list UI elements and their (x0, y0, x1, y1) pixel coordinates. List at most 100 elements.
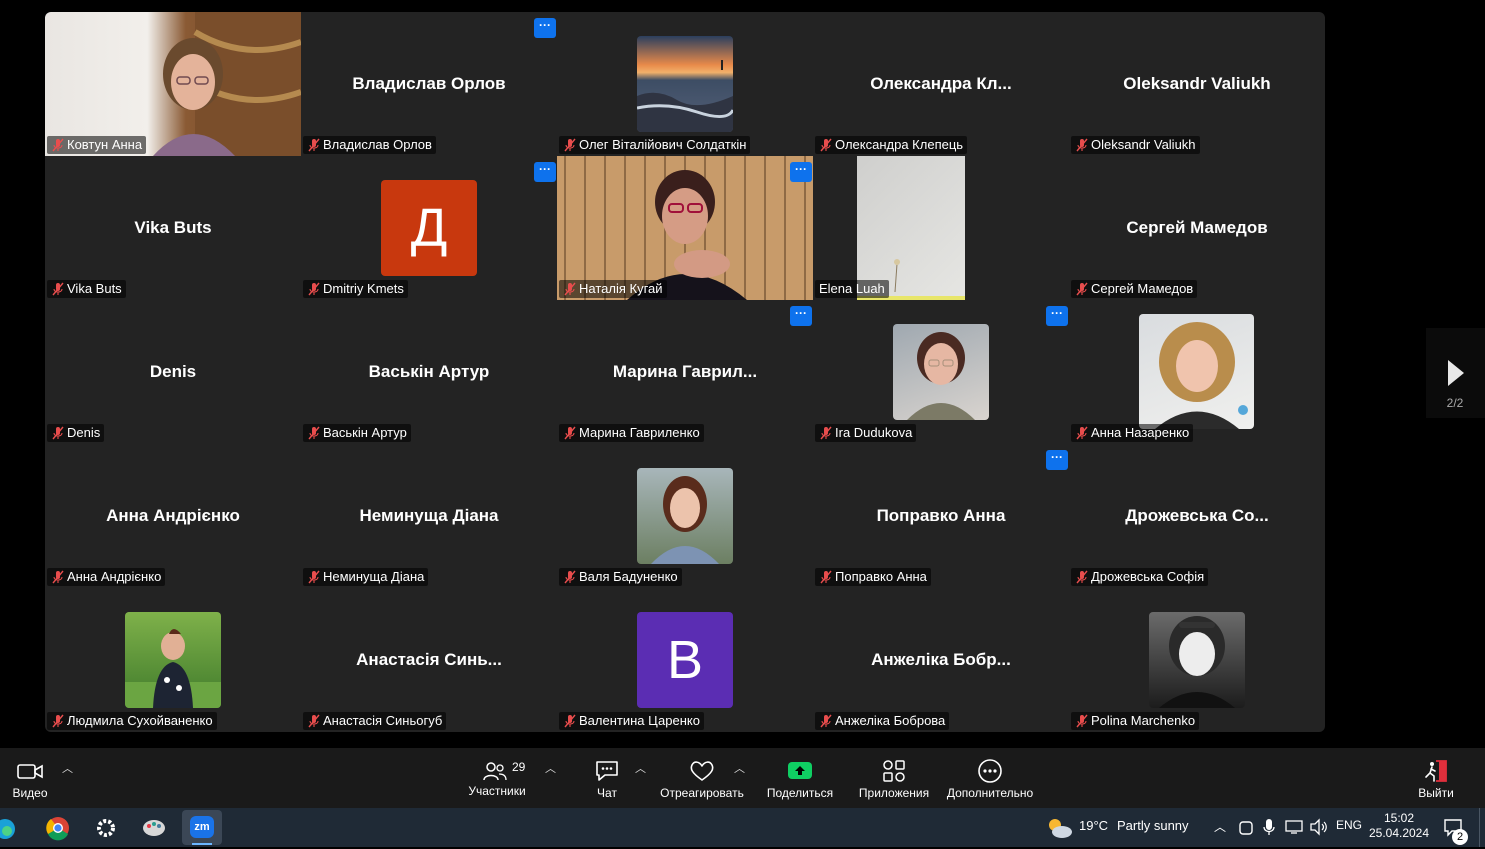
participant-name-text: Олег Віталійович Солдаткін (579, 137, 747, 152)
participant-name-text: Oleksandr Valiukh (1091, 137, 1196, 152)
weather-temp[interactable]: 19°C (1079, 818, 1108, 833)
edge-app-icon[interactable] (0, 812, 20, 844)
participant-more-options-button[interactable]: ··· (790, 162, 812, 182)
participant-tile[interactable]: Владислав Орлов Владислав Орлов (301, 12, 557, 156)
participant-tile[interactable]: Дрожевська Со... Дрожевська Софія (1069, 444, 1325, 588)
clock[interactable]: 15:02 25.04.2024 (1366, 811, 1432, 841)
participant-tile[interactable]: Поправко Анна Поправко Анна (813, 444, 1069, 588)
video-caret-icon[interactable]: ︿ (62, 760, 73, 776)
participant-name-text: Поправко Анна (835, 569, 927, 584)
video-button[interactable]: Видео (8, 758, 52, 800)
participant-name-label: Dmitriy Kmets (303, 280, 408, 298)
muted-mic-icon (52, 714, 64, 728)
participant-name-label: Ковтун Анна (47, 136, 147, 154)
volume-icon[interactable] (1309, 818, 1329, 836)
participant-tile[interactable]: Марина Гаврил... Марина Гавриленко (557, 300, 813, 444)
muted-mic-icon (1076, 426, 1088, 440)
react-caret-icon[interactable]: ︿ (734, 760, 745, 776)
muted-mic-icon (564, 570, 576, 584)
participants-caret-icon[interactable]: ︿ (545, 760, 556, 776)
muted-mic-icon (1076, 138, 1088, 152)
participant-name-label: Vika Buts (47, 280, 126, 298)
participant-center-name: Анастасія Синь... (356, 650, 502, 669)
zoom-app-label: zm (190, 816, 214, 838)
participant-more-options-button[interactable]: ··· (534, 162, 556, 182)
participant-letter-avatar: Д (381, 180, 477, 276)
participant-tile[interactable]: Олег Віталійович Солдаткін (557, 12, 813, 156)
apps-icon (883, 760, 905, 782)
participant-tile[interactable]: Elena Luah (813, 156, 1069, 300)
participant-center-name: Владислав Орлов (352, 74, 506, 93)
participant-name-text: Ira Dudukova (835, 425, 913, 440)
participant-tile[interactable]: Сергей Мамедов Сергей Мамедов (1069, 156, 1325, 300)
participant-name-label: Дрожевська Софія (1071, 568, 1209, 586)
participant-tile[interactable]: Polina Marchenko (1069, 588, 1325, 732)
participant-tile[interactable]: Ковтун Анна (45, 12, 301, 156)
participant-name-label: Валя Бадуненко (559, 568, 682, 586)
participant-center-name: Поправко Анна (876, 506, 1006, 525)
participant-tile[interactable]: Vika Buts Vika Buts (45, 156, 301, 300)
more-dots-icon (978, 759, 1002, 783)
muted-mic-icon (820, 714, 832, 728)
leave-button[interactable]: Выйти (1414, 758, 1458, 800)
clock-time: 15:02 (1383, 811, 1415, 825)
participant-name-label: Elena Luah (815, 280, 889, 298)
participant-name-label: Ira Dudukova (815, 424, 917, 442)
participant-tile[interactable]: Анна Назаренко (1069, 300, 1325, 444)
participant-tile[interactable]: Oleksandr Valiukh Oleksandr Valiukh (1069, 12, 1325, 156)
paint-app-icon[interactable] (134, 812, 174, 844)
participant-tile[interactable]: Анастасія Синь... Анастасія Синьогуб (301, 588, 557, 732)
settings-gear-icon[interactable] (86, 812, 126, 844)
participant-tile[interactable]: Людмила Сухойваненко (45, 588, 301, 732)
leave-door-icon (1425, 760, 1447, 782)
participant-more-options-button[interactable]: ··· (534, 18, 556, 38)
participant-name-text: Валя Бадуненко (579, 569, 678, 584)
share-button[interactable]: Поделиться (764, 758, 836, 800)
participant-name-label: Поправко Анна (815, 568, 931, 586)
participant-tile[interactable]: Denis Denis (45, 300, 301, 444)
participant-name-text: Анжеліка Боброва (835, 713, 946, 728)
participant-center-name: Анжеліка Бобр... (871, 650, 1011, 669)
participant-center-name: Denis (149, 362, 197, 381)
video-label: Видео (12, 786, 48, 800)
show-desktop-button[interactable] (1479, 808, 1485, 847)
participant-tile[interactable]: Д Dmitriy Kmets (301, 156, 557, 300)
apps-button[interactable]: Приложения (854, 758, 934, 800)
participant-tile[interactable]: Ira Dudukova (813, 300, 1069, 444)
more-button[interactable]: Дополнительно (944, 758, 1036, 800)
tray-overflow-chevron-icon[interactable]: ︿ (1214, 818, 1226, 835)
participant-name-label: Oleksandr Valiukh (1071, 136, 1200, 154)
participant-tile[interactable]: Наталія Кугай (557, 156, 813, 300)
zoom-app-icon[interactable]: zm (182, 810, 222, 845)
chrome-app-icon[interactable] (38, 812, 78, 844)
participant-tile[interactable]: Неминуща Діана Неминуща Діана (301, 444, 557, 588)
share-label: Поделиться (766, 786, 834, 800)
video-camera-icon (17, 764, 43, 779)
participant-center-name: Сергей Мамедов (1126, 218, 1268, 237)
participant-tile[interactable]: Валя Бадуненко (557, 444, 813, 588)
chat-button[interactable]: Чат (590, 758, 624, 800)
tray-camera-icon[interactable] (1238, 819, 1254, 837)
muted-mic-icon (52, 282, 64, 296)
participant-more-options-button[interactable]: ··· (790, 306, 812, 326)
participant-tile[interactable]: Васькін Артур Васькін Артур (301, 300, 557, 444)
muted-mic-icon (308, 714, 320, 728)
weather-desc[interactable]: Partly sunny (1117, 818, 1189, 833)
tray-microphone-icon[interactable] (1262, 818, 1276, 836)
participant-tile[interactable]: Анна Андрієнко Анна Андрієнко (45, 444, 301, 588)
participant-more-options-button[interactable]: ··· (1046, 450, 1068, 470)
chat-caret-icon[interactable]: ︿ (635, 760, 646, 776)
muted-mic-icon (564, 714, 576, 728)
participant-name-label: Людмила Сухойваненко (47, 712, 217, 730)
participant-tile[interactable]: В Валентина Царенко (557, 588, 813, 732)
participant-more-options-button[interactable]: ··· (1046, 306, 1068, 326)
participant-tile[interactable]: Олександра Кл... Олександра Клепець (813, 12, 1069, 156)
language-indicator[interactable]: ENG (1336, 818, 1362, 832)
participant-tile[interactable]: Анжеліка Бобр... Анжеліка Боброва (813, 588, 1069, 732)
participants-icon (483, 762, 507, 781)
react-label: Отреагировать (660, 786, 744, 800)
network-icon[interactable] (1285, 819, 1303, 835)
leave-label: Выйти (1418, 786, 1454, 800)
muted-mic-icon (820, 138, 832, 152)
participants-button[interactable]: 29 Участники (466, 758, 528, 798)
